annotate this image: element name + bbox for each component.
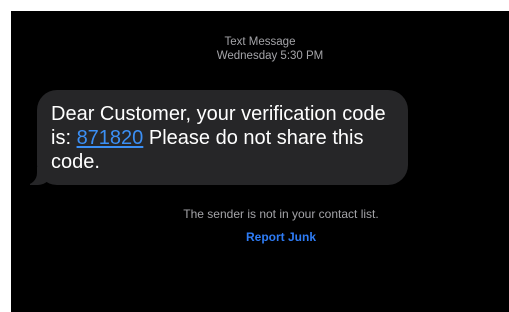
messages-screen: Text Message Wednesday 5:30 PM Dear Cust…: [11, 11, 509, 312]
verification-code-link[interactable]: 871820: [77, 127, 144, 149]
report-junk-link[interactable]: Report Junk: [246, 230, 316, 244]
unknown-sender-text: The sender is not in your contact list.: [183, 207, 379, 221]
message-bubble-container: Dear Customer, your verification code is…: [22, 90, 408, 185]
message-header: Text Message Wednesday 5:30 PM: [11, 35, 509, 63]
message-text: Dear Customer, your verification code is…: [51, 102, 390, 174]
report-junk-row: Report Junk: [11, 230, 509, 245]
message-timestamp: Wednesday 5:30 PM: [216, 50, 324, 62]
incoming-message-bubble[interactable]: Dear Customer, your verification code is…: [22, 90, 408, 185]
service-label: Text Message: [224, 36, 296, 48]
unknown-sender-notice: The sender is not in your contact list.: [11, 207, 509, 222]
